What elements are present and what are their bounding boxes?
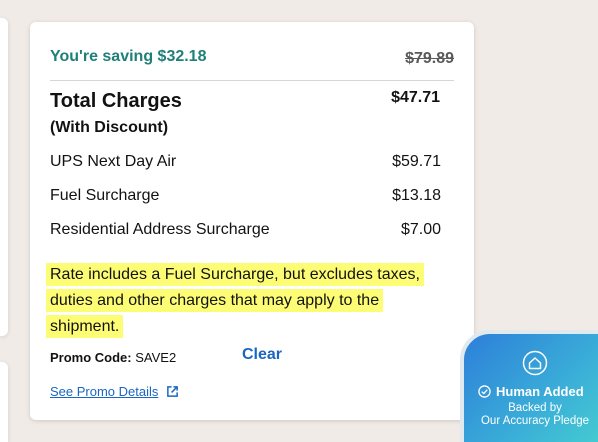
badge-title-text: Human Added xyxy=(496,384,584,399)
savings-row: You're saving $32.18 $79.89 xyxy=(50,48,454,72)
line-item-value: $7.00 xyxy=(400,221,441,238)
line-item-label: Residential Address Surcharge xyxy=(50,221,270,238)
line-item: Residential Address Surcharge $7.00 xyxy=(50,221,441,243)
charges-summary-card: You're saving $32.18 $79.89 Total Charge… xyxy=(30,22,474,420)
badge-title: Human Added xyxy=(478,384,584,399)
rate-note-line1: Rate includes a Fuel Surcharge, but excl… xyxy=(46,263,424,286)
adjacent-panel-edge xyxy=(0,18,8,336)
promo-code-label: Promo Code: xyxy=(50,350,132,365)
clear-promo-button[interactable]: Clear xyxy=(242,346,282,364)
divider xyxy=(50,80,454,81)
line-item: Fuel Surcharge $13.18 xyxy=(50,187,441,209)
total-charges-value: $47.71 xyxy=(391,89,440,106)
adjacent-panel-edge-lower xyxy=(0,362,8,442)
rate-note-line2: duties and other charges that may apply … xyxy=(46,289,384,338)
line-item-value: $13.18 xyxy=(392,187,441,204)
see-promo-details-label: See Promo Details xyxy=(50,384,159,399)
see-promo-details-link[interactable]: See Promo Details xyxy=(50,384,179,399)
check-circle-icon xyxy=(478,385,491,398)
line-item-label: UPS Next Day Air xyxy=(50,153,177,170)
external-link-icon xyxy=(167,386,179,397)
total-charges-label: Total Charges xyxy=(50,90,182,112)
savings-text: You're saving $32.18 xyxy=(50,48,207,65)
rate-note: Rate includes a Fuel Surcharge, but excl… xyxy=(46,262,456,340)
shield-home-icon xyxy=(522,350,548,376)
badge-subtitle-line1: Backed by xyxy=(508,402,562,414)
page: You're saving $32.18 $79.89 Total Charge… xyxy=(0,0,598,442)
line-item-label: Fuel Surcharge xyxy=(50,187,160,204)
promo-code-value: SAVE2 xyxy=(135,350,177,365)
line-item-value: $59.71 xyxy=(392,153,441,170)
promo-code: Promo Code: SAVE2 xyxy=(50,350,176,365)
human-added-badge[interactable]: Human Added Backed by Our Accuracy Pledg… xyxy=(460,330,598,442)
line-item: UPS Next Day Air $59.71 xyxy=(50,153,441,175)
badge-subtitle-line2: Our Accuracy Pledge xyxy=(480,415,590,427)
badge-subtitle: Backed by Our Accuracy Pledge xyxy=(464,402,598,428)
total-charges-sublabel: (With Discount) xyxy=(50,119,169,136)
original-price: $79.89 xyxy=(405,50,454,67)
